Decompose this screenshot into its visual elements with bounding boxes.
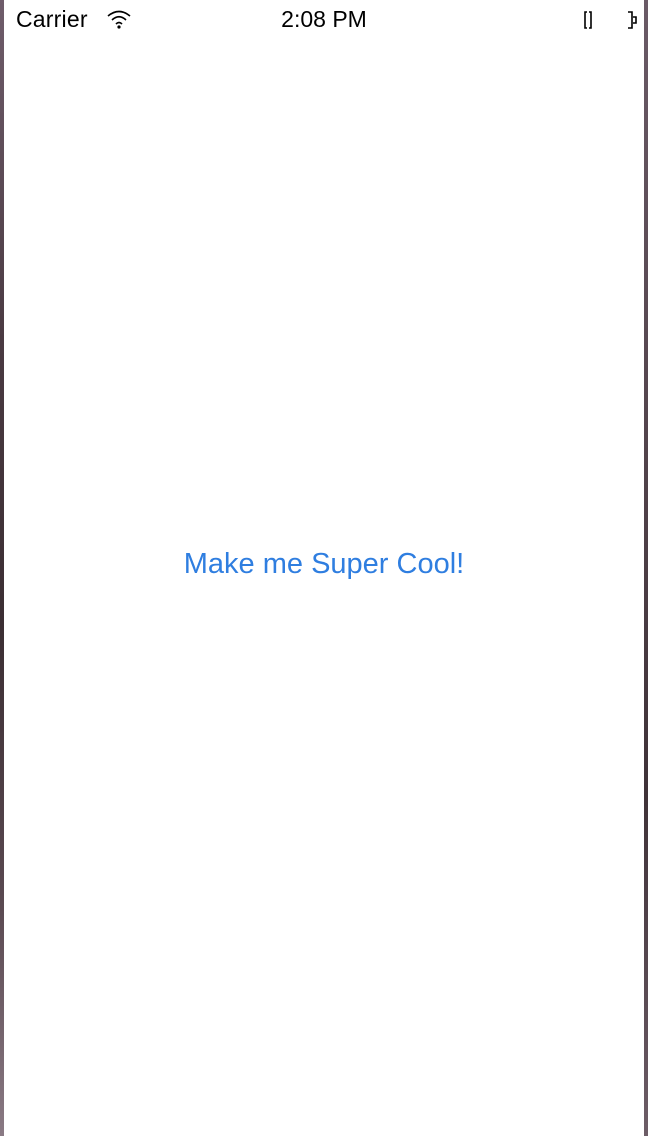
phone-screen: Carrier 2:08 PM Make me Super Cool! [4,0,644,1136]
status-time: 2:08 PM [281,6,367,32]
window-edge-right [644,0,648,1136]
status-bar: Carrier 2:08 PM [4,0,644,40]
battery-icon [584,11,637,29]
make-super-cool-button[interactable]: Make me Super Cool! [4,548,644,581]
